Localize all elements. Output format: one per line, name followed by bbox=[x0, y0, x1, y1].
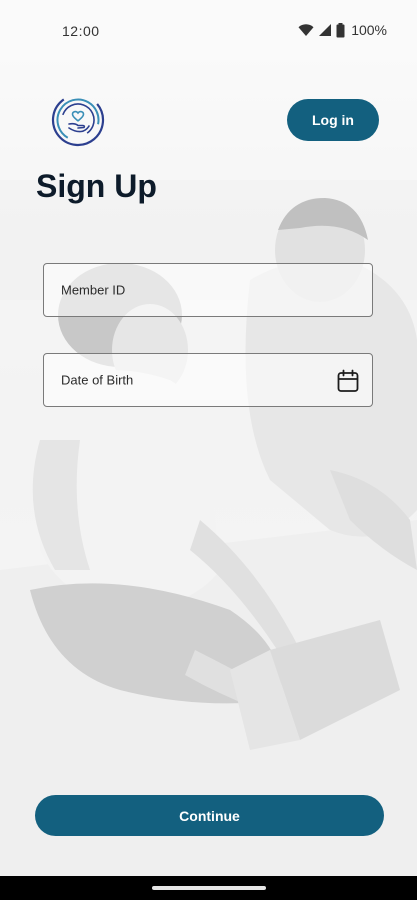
member-id-label: Member ID bbox=[61, 282, 126, 298]
calendar-icon[interactable] bbox=[337, 369, 359, 393]
page-title: Sign Up bbox=[36, 168, 157, 204]
date-of-birth-field[interactable]: Date of Birth bbox=[43, 353, 373, 407]
continue-button[interactable]: Continue bbox=[35, 795, 384, 836]
status-time: 12:00 bbox=[62, 23, 100, 39]
member-id-field[interactable]: Member ID bbox=[43, 263, 373, 317]
status-bar: 12:00 100% bbox=[0, 0, 417, 50]
signal-icon bbox=[319, 24, 332, 36]
wifi-icon bbox=[298, 24, 314, 36]
app-logo bbox=[51, 93, 105, 147]
system-nav-bar bbox=[0, 876, 417, 900]
home-indicator[interactable] bbox=[152, 886, 266, 890]
date-of-birth-label: Date of Birth bbox=[61, 372, 134, 388]
status-icons: 100% bbox=[298, 22, 387, 38]
battery-icon bbox=[336, 22, 345, 37]
battery-percent: 100% bbox=[351, 22, 387, 38]
login-button[interactable]: Log in bbox=[287, 99, 379, 141]
care-hand-heart-logo bbox=[51, 93, 105, 147]
